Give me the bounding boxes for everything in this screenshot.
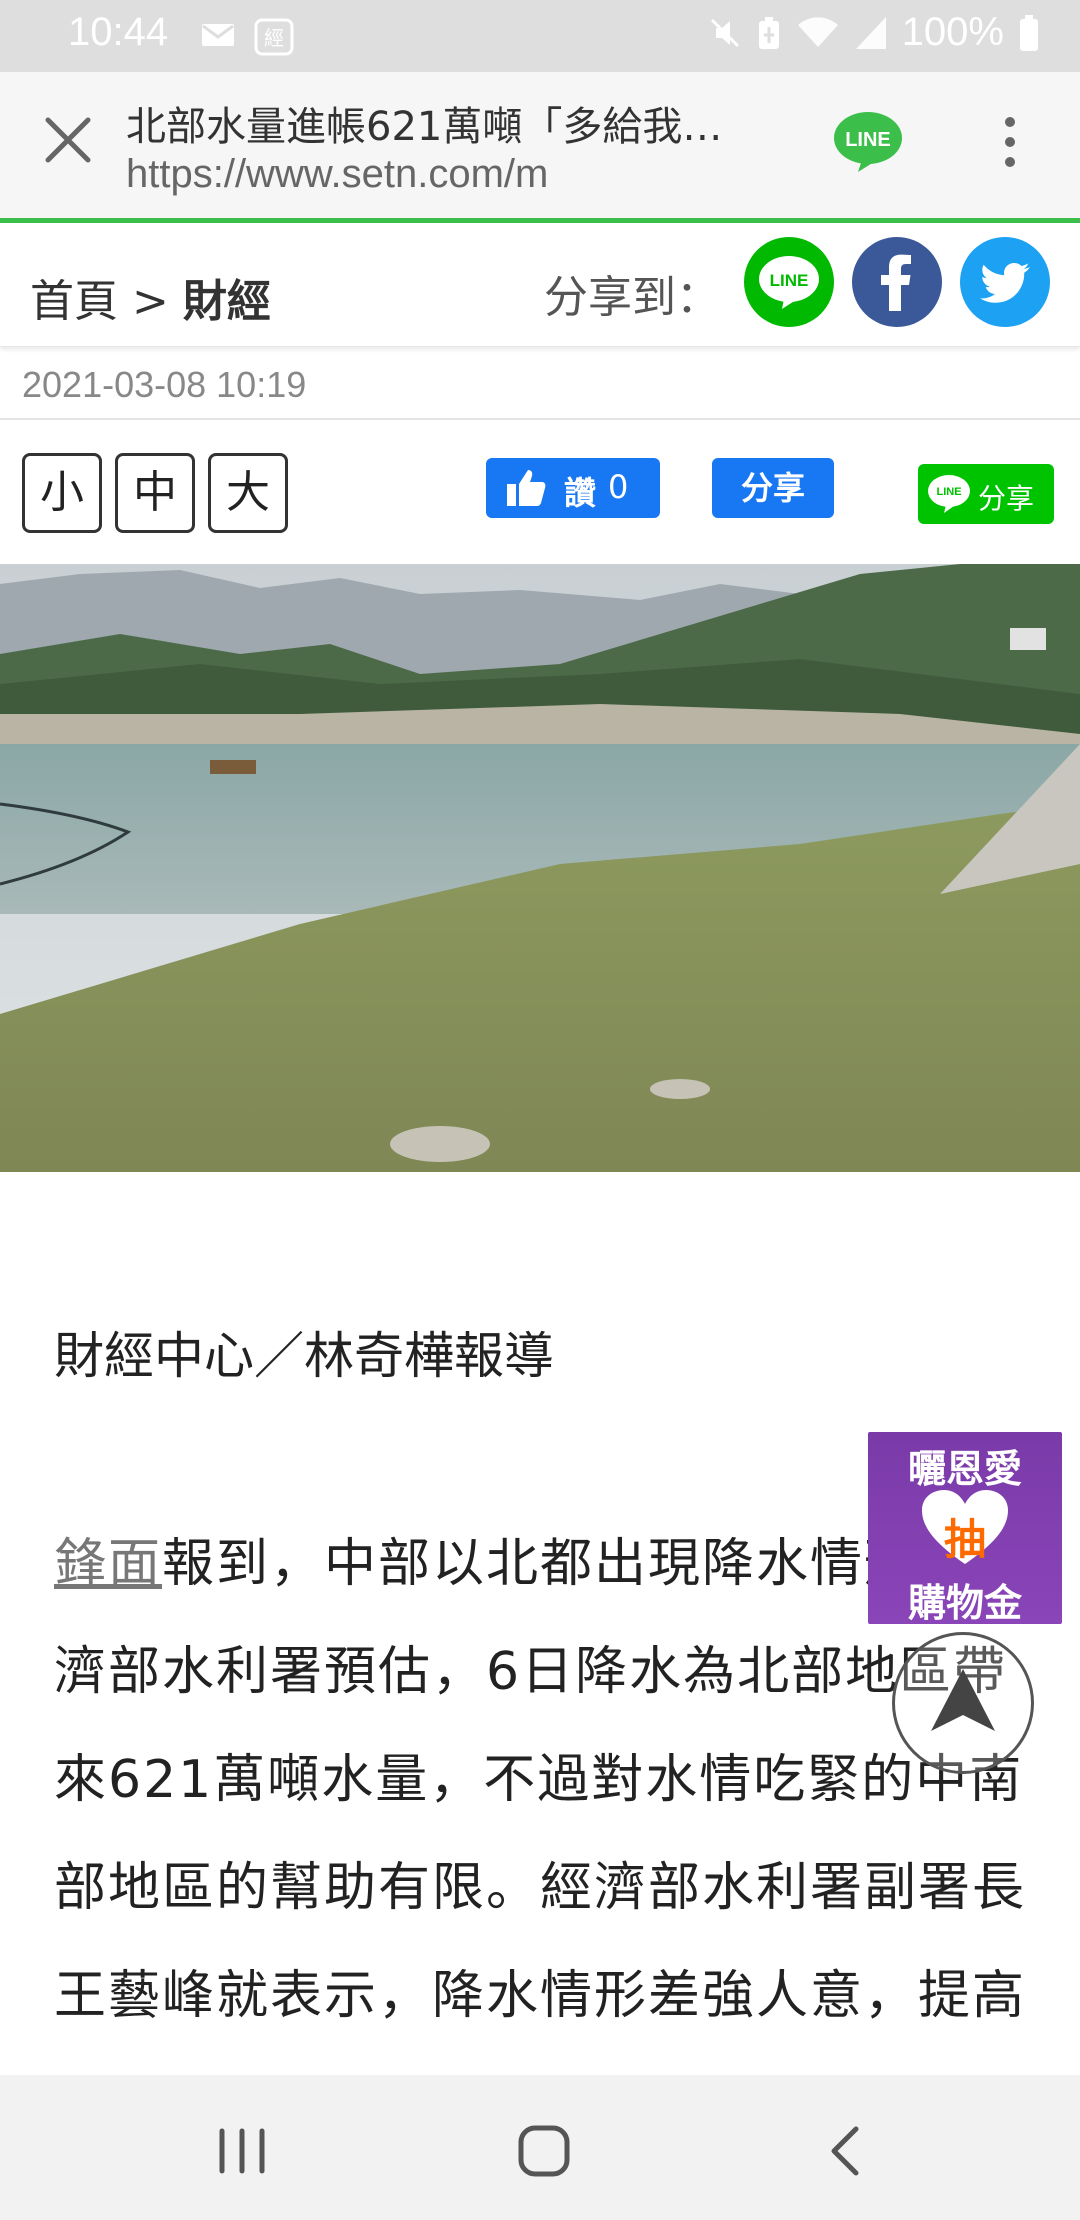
facebook-share-button[interactable]: 分享	[712, 458, 834, 518]
twitter-logo-icon	[980, 263, 1030, 303]
back-to-top-button[interactable]	[892, 1632, 1034, 1774]
close-icon[interactable]	[38, 110, 98, 170]
font-size-small-button[interactable]: 小	[22, 453, 102, 533]
ad-middle-text: 抽	[943, 1515, 986, 1564]
site-header: 首頁 > 財經 分享到： LINE	[0, 223, 1080, 347]
body-keyword-link[interactable]: 鋒面	[54, 1534, 162, 1594]
article-date: 2021-03-08 10:19	[22, 364, 307, 405]
breadcrumb-separator: >	[118, 276, 183, 327]
ad-bottom-text: 購物金	[907, 1581, 1022, 1624]
share-twitter-button[interactable]	[960, 237, 1050, 327]
thumbs-up-icon	[507, 470, 546, 506]
app-notification-icon: 經	[254, 18, 294, 56]
arrow-up-icon	[931, 1669, 995, 1731]
line-logo-icon: LINE	[928, 475, 970, 513]
battery-icon	[1020, 14, 1038, 51]
article-photo	[0, 564, 1080, 1172]
svg-text:LINE: LINE	[845, 129, 891, 151]
breadcrumb: 首頁 > 財經	[30, 265, 271, 329]
article-byline: 財經中心／林奇樺報導	[54, 1327, 554, 1385]
line-icon[interactable]: LINE	[832, 108, 904, 174]
facebook-like-button[interactable]: 讚 0	[486, 458, 660, 518]
svg-text:LINE: LINE	[936, 486, 961, 498]
share-to-label: 分享到：	[544, 272, 720, 323]
facebook-logo-icon	[881, 254, 911, 311]
share-line-button[interactable]: LINE	[744, 237, 834, 327]
facebook-like-label: 讚	[564, 474, 597, 512]
status-bar: 10:44 經 100%	[0, 0, 1080, 72]
mail-icon	[202, 24, 234, 46]
breadcrumb-home[interactable]: 首頁	[30, 276, 118, 327]
promo-ad[interactable]: 曬恩愛 抽 購物金	[868, 1432, 1062, 1624]
home-icon[interactable]	[504, 2111, 584, 2191]
font-size-medium-button[interactable]: 中	[115, 453, 195, 533]
page-url[interactable]: https://www.setn.com/m	[126, 152, 548, 197]
date-row: 2021-03-08 10:19	[0, 348, 1080, 420]
line-logo-icon: LINE	[759, 256, 819, 309]
battery-saver-icon	[758, 16, 779, 49]
recents-icon[interactable]	[202, 2111, 282, 2191]
system-nav-bar	[0, 2075, 1080, 2220]
line-share-button[interactable]: LINE 分享	[918, 464, 1054, 524]
signal-icon	[855, 16, 886, 49]
line-share-label: 分享	[978, 482, 1035, 515]
reservoir-photo	[0, 564, 1080, 1172]
font-size-large-button[interactable]: 大	[208, 453, 288, 533]
wifi-icon	[797, 16, 838, 47]
svg-text:經: 經	[264, 26, 284, 50]
page-title: 北部水量進帳621萬噸「多給我…	[126, 104, 723, 150]
breadcrumb-current[interactable]: 財經	[183, 276, 271, 327]
status-time: 10:44	[68, 10, 169, 54]
facebook-like-count: 0	[608, 468, 629, 506]
share-facebook-button[interactable]	[852, 237, 942, 327]
ad-top-text: 曬恩愛	[907, 1447, 1022, 1491]
mute-icon	[710, 18, 739, 47]
svg-text:LINE: LINE	[770, 271, 809, 290]
more-icon[interactable]	[990, 112, 1030, 172]
back-icon[interactable]	[806, 2111, 886, 2191]
battery-percentage: 100%	[901, 10, 1004, 54]
